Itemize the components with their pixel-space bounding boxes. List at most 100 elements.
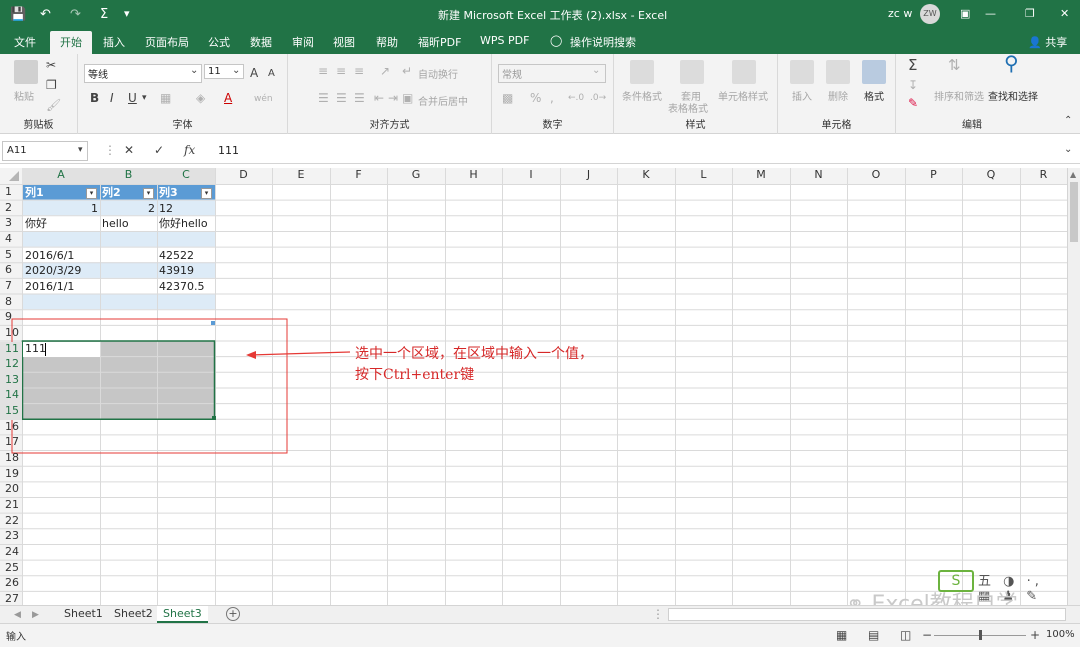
row-header-6[interactable]: 6 <box>0 263 22 279</box>
format-as-table-icon[interactable] <box>680 60 704 84</box>
format-cells-icon[interactable] <box>862 60 886 84</box>
cancel-entry-icon[interactable]: ✕ <box>124 143 134 157</box>
split-grip-icon[interactable]: ⋮ <box>652 607 664 621</box>
table-header-col1[interactable]: 列1 <box>25 185 44 201</box>
wrap-text-icon[interactable]: ↵ <box>402 64 412 78</box>
bold-button[interactable]: B <box>90 91 99 105</box>
scroll-sheets-left-icon[interactable]: ◀ <box>14 608 21 622</box>
table-header-col3[interactable]: 列3 <box>159 185 178 201</box>
phonetic-icon[interactable]: wén <box>254 92 273 106</box>
zoom-slider-thumb[interactable] <box>979 630 982 640</box>
delete-cells-label[interactable]: 删除 <box>828 88 848 103</box>
font-name-select[interactable]: 等线 <box>84 64 202 83</box>
row-header-16[interactable]: 16 <box>0 420 22 436</box>
grow-font-icon[interactable]: A <box>250 66 258 80</box>
cell-b3[interactable]: hello <box>102 216 129 232</box>
find-select-label[interactable]: 查找和选择 <box>988 88 1038 103</box>
page-break-view-icon[interactable]: ◫ <box>900 628 911 642</box>
tab-foxit-pdf[interactable]: 福昕PDF <box>418 34 461 50</box>
cell-a5[interactable]: 2016/6/1 <box>25 248 74 264</box>
sort-filter-label[interactable]: 排序和筛选 <box>934 88 984 103</box>
italic-button[interactable]: I <box>110 91 114 105</box>
expand-formula-icon[interactable]: ⌄ <box>1064 143 1072 157</box>
tab-home[interactable]: 开始 <box>50 31 92 54</box>
table-header-col2[interactable]: 列2 <box>102 185 121 201</box>
horizontal-scrollbar[interactable] <box>668 608 1066 621</box>
column-header-n[interactable]: N <box>790 168 847 184</box>
align-middle-icon[interactable]: ≡ <box>336 64 346 78</box>
decrease-decimal-icon[interactable]: .0→ <box>590 91 606 105</box>
row-header-23[interactable]: 23 <box>0 529 22 545</box>
increase-decimal-icon[interactable]: ←.0 <box>568 91 584 105</box>
cell-c2[interactable]: 12 <box>159 201 173 217</box>
column-header-l[interactable]: L <box>675 168 732 184</box>
decrease-indent-icon[interactable]: ⇤ <box>374 91 384 105</box>
row-header-19[interactable]: 19 <box>0 467 22 483</box>
save-icon[interactable]: 💾 <box>10 7 26 22</box>
tab-wps-pdf[interactable]: WPS PDF <box>480 34 529 47</box>
increase-indent-icon[interactable]: ⇥ <box>388 91 398 105</box>
column-header-r[interactable]: R <box>1020 168 1067 184</box>
format-as-table-label-2[interactable]: 表格格式 <box>668 100 708 115</box>
align-left-icon[interactable]: ☰ <box>318 91 329 105</box>
row-header-27[interactable]: 27 <box>0 592 22 605</box>
row-header-18[interactable]: 18 <box>0 451 22 467</box>
merge-center-icon[interactable]: ▣ <box>402 91 413 105</box>
row-header-14[interactable]: 14 <box>0 388 22 405</box>
table-resize-handle[interactable] <box>211 321 215 325</box>
row-header-3[interactable]: 3 <box>0 216 22 232</box>
collapse-ribbon-icon[interactable]: ⌃ <box>1064 114 1072 128</box>
align-bottom-icon[interactable]: ≡ <box>354 64 364 78</box>
sheet-tab-1[interactable]: Sheet1 <box>58 606 109 623</box>
tab-review[interactable]: 审阅 <box>292 34 314 50</box>
tab-insert[interactable]: 插入 <box>103 34 125 50</box>
tab-help[interactable]: 帮助 <box>376 34 398 50</box>
cut-icon[interactable]: ✂ <box>46 58 56 72</box>
active-cell[interactable]: 111 <box>23 342 100 357</box>
autosum-quick-icon[interactable]: Σ <box>100 7 108 22</box>
align-center-icon[interactable]: ☰ <box>336 91 347 105</box>
normal-view-icon[interactable]: ▦ <box>836 628 847 642</box>
scroll-up-icon[interactable]: ▲ <box>1070 168 1076 182</box>
cell-c3[interactable]: 你好hello <box>159 216 208 232</box>
cell-c5[interactable]: 42522 <box>159 248 194 264</box>
cell-styles-label[interactable]: 单元格样式 <box>718 88 768 103</box>
format-painter-icon[interactable]: 🖌 <box>46 98 61 112</box>
percent-button[interactable]: % <box>530 91 541 105</box>
conditional-format-label[interactable]: 条件格式 <box>622 88 662 103</box>
row-header-25[interactable]: 25 <box>0 561 22 577</box>
close-icon[interactable]: ✕ <box>1060 7 1069 20</box>
cell-b2[interactable]: 2 <box>148 201 155 217</box>
cell-styles-icon[interactable] <box>732 60 756 84</box>
row-header-4[interactable]: 4 <box>0 232 22 248</box>
tell-me-search[interactable]: 操作说明搜索 <box>570 34 636 50</box>
row-header-24[interactable]: 24 <box>0 545 22 561</box>
column-header-a[interactable]: A <box>22 168 100 184</box>
ribbon-display-icon[interactable]: ▣ <box>960 7 970 20</box>
tab-page-layout[interactable]: 页面布局 <box>145 34 189 50</box>
column-header-d[interactable]: D <box>215 168 272 184</box>
fill-handle[interactable] <box>212 416 216 420</box>
sheet-tab-3[interactable]: Sheet3 <box>157 606 208 623</box>
number-format-chevron-icon[interactable]: ⌄ <box>592 64 600 78</box>
delete-cells-icon[interactable] <box>826 60 850 84</box>
copy-icon[interactable]: ❐ <box>46 78 57 92</box>
sort-filter-icon[interactable]: ⇅ <box>948 58 961 73</box>
column-header-c[interactable]: C <box>157 168 215 184</box>
row-header-8[interactable]: 8 <box>0 295 22 311</box>
zoom-out-icon[interactable]: − <box>922 628 932 642</box>
page-layout-view-icon[interactable]: ▤ <box>868 628 879 642</box>
column-header-b[interactable]: B <box>100 168 157 184</box>
undo-icon[interactable]: ↶ <box>40 7 51 22</box>
restore-icon[interactable]: ❐ <box>1025 7 1035 20</box>
fill-icon[interactable]: ↧ <box>908 78 918 92</box>
active-cell-value[interactable]: 111 <box>25 341 46 357</box>
tab-data[interactable]: 数据 <box>250 34 272 50</box>
number-format-select[interactable]: 常规 <box>498 64 606 83</box>
currency-icon[interactable]: ▩ <box>502 91 513 105</box>
merge-center-label[interactable]: 合并后居中 <box>418 93 468 108</box>
tab-formulas[interactable]: 公式 <box>208 34 230 50</box>
column-header-g[interactable]: G <box>387 168 445 184</box>
row-header-20[interactable]: 20 <box>0 482 22 498</box>
name-box-dropdown-icon[interactable]: ▾ <box>78 143 83 157</box>
